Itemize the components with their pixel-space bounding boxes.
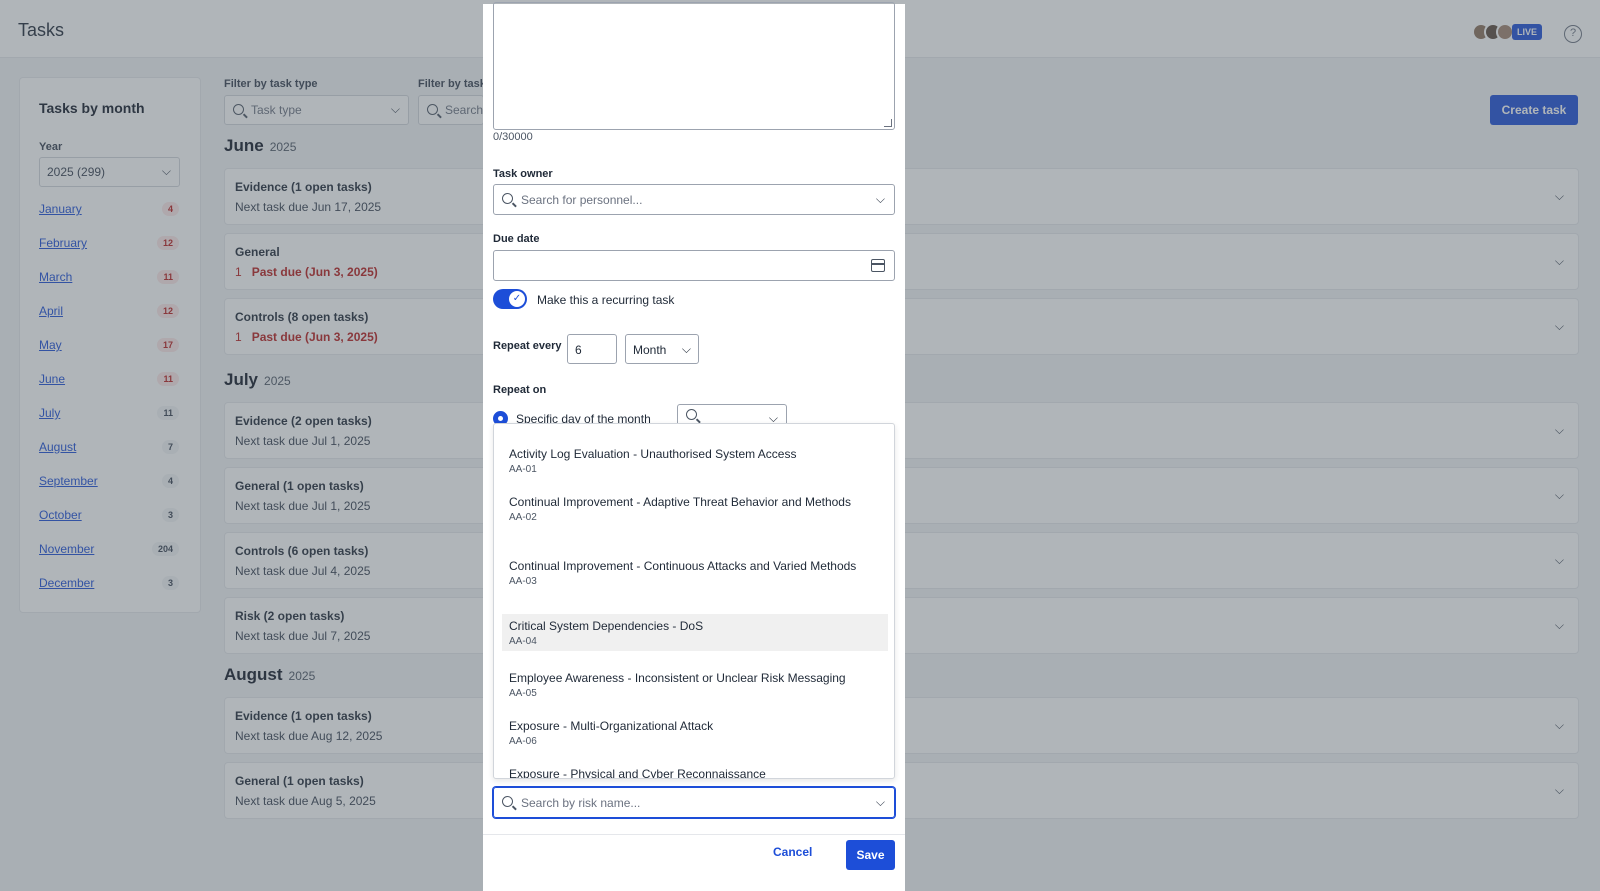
repeat-every-label: Repeat every (493, 340, 562, 352)
risk-option-name: Exposure - Multi-Organizational Attack (509, 719, 714, 733)
risk-option-code: AA-05 (509, 688, 537, 699)
risk-option-name: Employee Awareness - Inconsistent or Unc… (509, 671, 846, 685)
calendar-icon[interactable] (871, 259, 885, 272)
chevron-down-icon: ⌵ (875, 192, 885, 206)
owner-placeholder: Search for personnel... (521, 193, 643, 207)
risk-option-name: Activity Log Evaluation - Unauthorised S… (509, 447, 797, 461)
search-icon (502, 193, 513, 204)
risk-placeholder: Search by risk name... (521, 796, 641, 810)
risk-search-input[interactable]: Search by risk name... ⌵ (493, 787, 895, 818)
risk-option-name: Continual Improvement - Adaptive Threat … (509, 495, 851, 509)
risk-option[interactable]: Activity Log Evaluation - Unauthorised S… (502, 442, 888, 479)
task-modal: 0/30000 Task owner Search for personnel.… (483, 2, 905, 891)
due-date-label: Due date (493, 233, 540, 245)
risk-option[interactable]: Continual Improvement - Adaptive Threat … (502, 490, 888, 527)
risk-option[interactable]: Employee Awareness - Inconsistent or Unc… (502, 666, 888, 703)
chevron-down-icon: ⌵ (681, 342, 691, 356)
resize-handle-icon[interactable] (884, 119, 892, 127)
risk-option[interactable]: Critical System Dependencies - DoS AA-04 (502, 614, 888, 651)
risk-option-code: AA-03 (509, 576, 537, 587)
save-button[interactable]: Save (846, 840, 895, 870)
recurring-label: Make this a recurring task (537, 293, 675, 307)
description-textarea[interactable] (493, 2, 895, 130)
risk-option[interactable]: Exposure - Multi-Organizational Attack AA… (502, 714, 888, 751)
repeat-on-label: Repeat on (493, 384, 547, 396)
task-owner-label: Task owner (493, 168, 553, 180)
app-root: Tasks LIVE ? Tasks by month Year 2025 (2… (0, 0, 1600, 891)
char-count: 0/30000 (493, 131, 533, 143)
risk-option-code: AA-06 (509, 736, 537, 747)
chevron-down-icon: ⌵ (875, 795, 885, 809)
due-date-input[interactable] (493, 250, 895, 281)
risk-option-code: AA-04 (509, 636, 537, 647)
search-icon (502, 796, 513, 807)
check-icon: ✓ (509, 291, 525, 307)
footer-divider (483, 834, 905, 835)
risk-option-code: AA-01 (509, 464, 537, 475)
search-icon (686, 409, 697, 420)
recurring-toggle[interactable]: ✓ (493, 289, 527, 309)
repeat-unit-value: Month (633, 343, 667, 357)
repeat-every-input[interactable]: 6 (567, 334, 617, 364)
risk-option-code: AA-02 (509, 512, 537, 523)
cancel-button[interactable]: Cancel (773, 845, 812, 859)
risk-option-name: Continual Improvement - Continuous Attac… (509, 559, 857, 573)
risk-option[interactable]: Continual Improvement - Continuous Attac… (502, 554, 888, 591)
task-owner-select[interactable]: Search for personnel... ⌵ (493, 184, 895, 215)
risk-option-name: Exposure - Physical and Cyber Reconnaiss… (509, 767, 766, 779)
risk-option-name: Critical System Dependencies - DoS (509, 619, 704, 633)
repeat-unit-select[interactable]: Month ⌵ (625, 334, 699, 364)
risk-option[interactable]: Exposure - Physical and Cyber Reconnaiss… (502, 762, 888, 779)
risk-dropdown-list: Activity Log Evaluation - Unauthorised S… (493, 423, 895, 779)
